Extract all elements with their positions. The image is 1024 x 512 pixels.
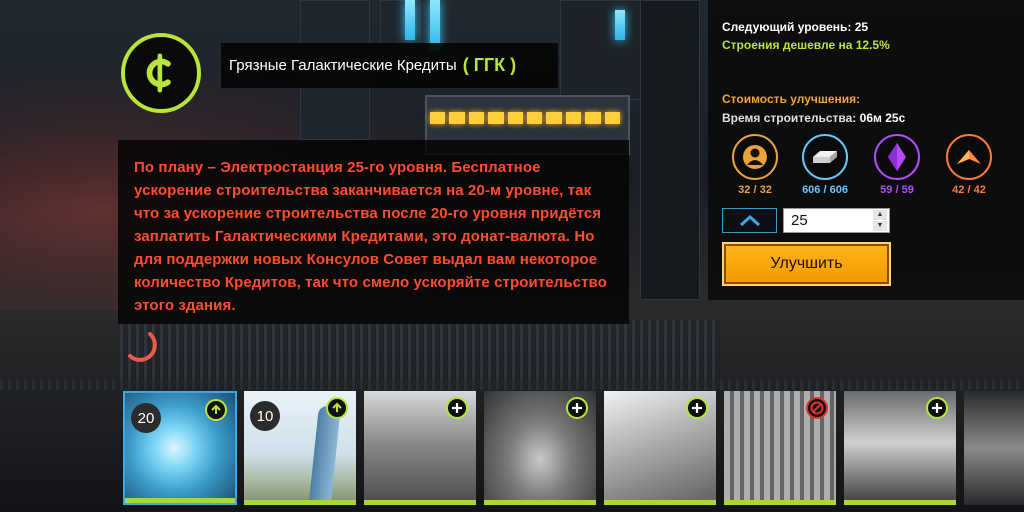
building-thumb-1[interactable]: 20 [123, 391, 237, 505]
build-time-value: 06м 25с [859, 111, 906, 125]
upgrade-panel: Следующий уровень: 25 Строения дешевле н… [708, 0, 1024, 300]
resource-count: 606 / 606 [802, 184, 848, 196]
loading-spinner-icon [128, 332, 157, 362]
add-plus-icon [566, 397, 588, 419]
add-plus-icon [446, 397, 468, 419]
building-thumb-4[interactable] [484, 391, 596, 505]
level-circle: 10 [250, 401, 280, 431]
building-thumb-2[interactable]: 10 [244, 391, 356, 505]
resource-count: 42 / 42 [952, 184, 986, 196]
credit-coin-icon [121, 33, 201, 113]
building-title: Грязные Галактические Кредиты [229, 57, 457, 74]
next-level-label: Следующий уровень: 25 [722, 20, 869, 34]
max-level-button[interactable] [722, 208, 777, 233]
level-circle: 20 [131, 403, 161, 433]
building-thumbnail-strip: 20 10 [0, 387, 1024, 512]
building-image [964, 391, 1024, 505]
crystal-icon [874, 134, 920, 180]
building-thumb-6[interactable] [724, 391, 836, 505]
floor-grill [120, 320, 720, 380]
person-icon [732, 134, 778, 180]
upgrade-arrow-icon [205, 399, 227, 421]
progress-bar [364, 500, 476, 505]
energy-tube [405, 0, 415, 40]
cent-symbol-icon [146, 53, 171, 93]
level-number-input[interactable]: 25 ▲ ▼ [783, 208, 890, 233]
progress-bar [484, 500, 596, 505]
upgrade-button[interactable]: Улучшить [722, 242, 891, 286]
metal-ingot-icon [802, 134, 848, 180]
building-thumb-7[interactable] [844, 391, 956, 505]
resource-metal: 606 / 606 [800, 134, 850, 196]
lit-window-strip [430, 112, 621, 124]
resource-count: 59 / 59 [880, 184, 914, 196]
level-input-value: 25 [791, 212, 808, 229]
fuel-chevron-icon [946, 134, 992, 180]
progress-bar [844, 500, 956, 505]
add-plus-icon [686, 397, 708, 419]
progress-bar [244, 500, 356, 505]
cost-header: Стоимость улучшения: [722, 92, 861, 106]
building-thumb-5[interactable] [604, 391, 716, 505]
add-plus-icon [926, 397, 948, 419]
resource-count: 32 / 32 [738, 184, 772, 196]
building-thumb-3[interactable] [364, 391, 476, 505]
number-spinner[interactable]: ▲ ▼ [873, 210, 887, 231]
building-description: По плану – Электростанция 25-го уровня. … [134, 159, 607, 314]
build-time-label: Время строительства: [722, 111, 857, 125]
energy-tube [615, 10, 625, 40]
blocked-icon [806, 397, 828, 419]
building-thumb-8[interactable] [964, 391, 1024, 505]
build-time-row: Время строительства: 06м 25с [722, 111, 905, 125]
progress-bar [125, 498, 235, 503]
resource-fuel: 42 / 42 [944, 134, 994, 196]
resource-population: 32 / 32 [730, 134, 780, 196]
pillar [640, 0, 700, 300]
progress-bar [724, 500, 836, 505]
building-description-panel: По плану – Электростанция 25-го уровня. … [118, 140, 629, 324]
upgrade-arrow-icon [326, 397, 348, 419]
spin-down-icon[interactable]: ▼ [873, 221, 887, 231]
building-abbreviation: ( ГГК ) [462, 55, 517, 75]
progress-bar [604, 500, 716, 505]
discount-label: Строения дешевле на 12.5% [722, 38, 890, 52]
building-title-bar: Грязные Галактические Кредиты ( ГГК ) [221, 43, 558, 88]
resource-crystal: 59 / 59 [872, 134, 922, 196]
chevron-up-icon [739, 214, 760, 226]
spin-up-icon[interactable]: ▲ [873, 210, 887, 220]
